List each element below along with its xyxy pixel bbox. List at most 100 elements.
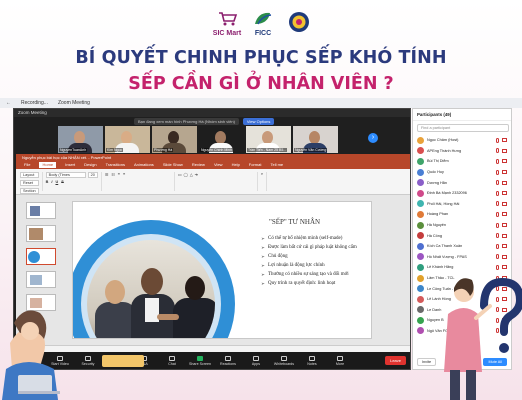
participant-row[interactable]: Kích Ca Thanh Xuân — [413, 241, 511, 252]
muted-mic-icon — [496, 243, 499, 249]
paragraph-buttons: ☰ ☷ ≡ ≡ — [105, 172, 171, 177]
numbering-icon[interactable]: ☷ — [111, 172, 114, 177]
section-button[interactable]: Section — [20, 188, 39, 194]
video-thumbnail[interactable]: Kim Ngọc — [105, 126, 150, 153]
notes-button[interactable]: Notes — [298, 355, 326, 366]
chat-icon — [169, 355, 175, 361]
back-icon[interactable]: ← — [6, 100, 11, 106]
avatar — [417, 295, 424, 303]
chat-label: Chat — [168, 361, 176, 366]
current-slide[interactable]: "SẾP" TƯ NHÂN Có thể tự bổ nhiệm mình (s… — [72, 201, 372, 339]
reactions-button[interactable]: Reactions — [214, 355, 242, 366]
apps-button[interactable]: Apps — [242, 355, 270, 366]
next-page-chevron-icon[interactable]: › — [368, 133, 378, 143]
participant-row[interactable]: Hà Nguyên — [413, 220, 511, 231]
avatar — [417, 210, 424, 218]
avatar — [417, 136, 424, 144]
share-icon — [197, 355, 203, 361]
sic-mart-logo-text: SIC Mart — [212, 30, 242, 37]
video-off-icon — [502, 254, 507, 259]
video-thumbnail[interactable]: Nguyễn Văn Cường — [293, 126, 338, 153]
find-icon[interactable]: ⌕ — [261, 172, 263, 176]
leave-button[interactable]: Leave — [385, 356, 406, 365]
woman-with-laptop-illustration — [2, 310, 60, 400]
share-screen-button[interactable]: Share Screen — [186, 355, 214, 366]
avatar — [417, 242, 424, 250]
participant-row[interactable]: Phối Hải, Hồng Hải — [413, 199, 511, 210]
video-thumbnail[interactable]: Nguyễn Chính Minh — [199, 126, 244, 153]
participant-row[interactable]: Hà Công — [413, 230, 511, 241]
tab-view[interactable]: View — [214, 162, 223, 168]
muted-mic-icon — [496, 137, 499, 143]
video-thumbnail[interactable]: Trần Tiến - Nam 25 B5... — [246, 126, 291, 153]
participant-row[interactable]: Hoàng Phan — [413, 209, 511, 220]
shapes-gallery[interactable]: ▭ ◯ △ ➔ — [178, 172, 254, 177]
tab-format[interactable]: Format — [249, 162, 262, 168]
tab-review[interactable]: Review — [192, 162, 205, 168]
slide-thumbnail[interactable]: 3 — [26, 225, 56, 242]
participant-name: Dương Hằn — [427, 180, 448, 185]
tab-animations[interactable]: Animations — [134, 162, 154, 168]
layout-button[interactable]: Layout — [20, 172, 39, 178]
oval-shape-icon[interactable]: ◯ — [184, 172, 188, 177]
strike-icon[interactable]: S — [61, 180, 64, 184]
triangle-shape-icon[interactable]: △ — [190, 172, 193, 177]
align-center-icon[interactable]: ≡ — [123, 172, 125, 177]
underline-icon[interactable]: U — [55, 180, 58, 184]
video-off-icon — [502, 180, 507, 185]
participant-row[interactable]: Ngọc Châm (Host) — [413, 135, 511, 146]
arrow-shape-icon[interactable]: ➔ — [195, 172, 198, 177]
ficc-leaf-icon — [255, 12, 272, 25]
reset-button[interactable]: Reset — [20, 180, 39, 186]
avatar — [417, 157, 424, 165]
participant-name: Đinh Bá Mạnh 2332096 — [427, 191, 467, 196]
tab-help[interactable]: Help — [232, 162, 240, 168]
slide-thumbnail-selected[interactable]: 4 — [26, 248, 56, 265]
woman-with-question-mark-illustration — [444, 277, 522, 400]
participant-row[interactable]: Đinh Bá Mạnh 2332096 — [413, 188, 511, 199]
participant-row[interactable]: APEng Thành Hưng — [413, 146, 511, 157]
tab-transitions[interactable]: Transitions — [106, 162, 125, 168]
participant-row[interactable]: Hồ Nhất Vượng - FPAS — [413, 252, 511, 263]
participant-search-input[interactable]: Find a participant — [417, 124, 509, 132]
bold-icon[interactable]: B — [46, 180, 49, 184]
font-size-select[interactable]: 20 — [87, 172, 98, 178]
tab-design[interactable]: Design — [84, 162, 96, 168]
security-button[interactable]: Security — [74, 355, 102, 366]
muted-mic-icon — [496, 158, 499, 164]
view-options-button[interactable]: View Options — [242, 117, 275, 125]
thumbnail-name: Nguyễn Chính Minh — [200, 148, 233, 152]
participant-row[interactable]: Bùi Thị Diễm — [413, 156, 511, 167]
video-thumbnail[interactable]: NguyenTuanAnh — [58, 126, 103, 153]
whiteboards-button[interactable]: Whiteboards — [270, 355, 298, 366]
participant-row[interactable]: Dương Hằn — [413, 177, 511, 188]
editing-group: ⌕ — [261, 172, 268, 191]
muted-mic-icon — [496, 148, 499, 154]
slide-thumbnail[interactable]: 2 — [26, 202, 56, 219]
tab-insert[interactable]: Insert — [65, 162, 75, 168]
video-thumbnail[interactable]: Phương Hà — [152, 126, 197, 153]
muted-mic-icon — [496, 201, 499, 207]
the-he-bach-logo — [287, 10, 311, 40]
tab-home[interactable]: Home — [39, 162, 57, 168]
tab-file[interactable]: File — [24, 162, 30, 168]
tab-slide-show[interactable]: Slide Show — [163, 162, 183, 168]
avatar — [417, 263, 424, 271]
participant-row[interactable]: Quốc Huy — [413, 167, 511, 178]
chat-button[interactable]: Chat — [158, 355, 186, 366]
rectangle-shape-icon[interactable]: ▭ — [178, 172, 182, 177]
tell-me-search[interactable]: Tell me — [270, 162, 283, 168]
font-name-select[interactable]: Body (Times — [45, 172, 86, 178]
more-button[interactable]: More — [326, 355, 354, 366]
align-left-icon[interactable]: ≡ — [118, 172, 120, 177]
muted-mic-icon — [496, 190, 499, 196]
invite-button[interactable]: Invite — [417, 358, 437, 366]
more-icon — [337, 355, 343, 361]
reaction-icon — [225, 355, 231, 361]
whiteboard-icon — [281, 355, 287, 361]
ribbon: Layout Reset Section Body (Times 20 B I … — [16, 169, 410, 195]
italic-icon[interactable]: I — [51, 180, 52, 184]
bullets-icon[interactable]: ☰ — [105, 172, 108, 177]
more-label: More — [335, 361, 345, 366]
slide-bullet: Có thể tự bổ nhiệm mình (self-made) — [261, 236, 369, 243]
